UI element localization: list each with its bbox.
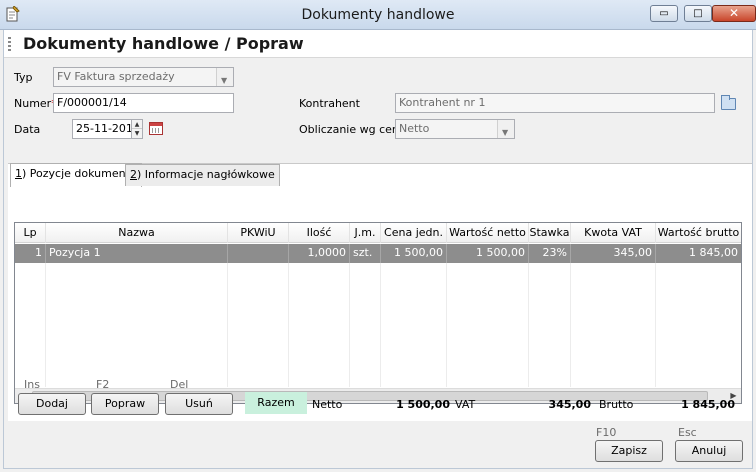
cell-nazwa: Pozycja 1 xyxy=(46,244,228,263)
tab-pozycje[interactable]: 1) Pozycje dokumentu xyxy=(10,163,142,187)
dodaj-button[interactable]: Dodaj xyxy=(18,393,86,415)
grid-line xyxy=(446,263,447,387)
razem-label: Razem xyxy=(245,392,307,414)
popraw-button[interactable]: Popraw xyxy=(91,393,159,415)
folder-icon[interactable] xyxy=(721,95,736,110)
col-brutto[interactable]: Wartość brutto xyxy=(656,223,741,243)
usun-button[interactable]: Usuń xyxy=(165,393,233,415)
typ-select: FV Faktura sprzedaży ▼ xyxy=(53,67,234,87)
numer-label: Numer* xyxy=(14,97,57,110)
kontrahent-label: Kontrahent xyxy=(299,97,360,110)
cell-vat: 345,00 xyxy=(571,244,656,263)
anuluj-hint: Esc xyxy=(678,426,697,439)
cell-ilosc: 1,0000 xyxy=(289,244,350,263)
date-input[interactable]: 25-11-2014 xyxy=(72,119,132,139)
zapisz-hint: F10 xyxy=(596,426,617,439)
close-button[interactable]: ✕ xyxy=(712,5,756,22)
window-title: Dokumenty handlowe xyxy=(301,7,455,23)
obliczanie-value: Netto xyxy=(399,122,430,135)
grid-line xyxy=(655,263,656,387)
grid-line xyxy=(380,263,381,387)
calendar-icon[interactable] xyxy=(149,122,163,135)
window-body: Dokumenty handlowe / Popraw Typ FV Faktu… xyxy=(3,30,753,469)
col-lp[interactable]: Lp xyxy=(15,223,46,243)
typ-value: FV Faktura sprzedaży xyxy=(57,70,175,83)
tab-informacje[interactable]: 2) Informacje nagłówkowe xyxy=(125,164,280,186)
page-title: Dokumenty handlowe / Popraw xyxy=(23,34,304,53)
vat-total: 345,00 xyxy=(548,398,591,411)
maximize-button[interactable]: □ xyxy=(684,5,712,22)
data-label: Data xyxy=(14,123,41,136)
zapisz-button[interactable]: Zapisz xyxy=(595,440,663,462)
grip-icon xyxy=(8,37,11,51)
positions-grid[interactable]: Lp Nazwa PKWiU Ilość J.m. Cena jedn. War… xyxy=(14,222,742,404)
col-cena[interactable]: Cena jedn. xyxy=(381,223,447,243)
cell-cena: 1 500,00 xyxy=(381,244,447,263)
date-spinner[interactable]: ▲ ▼ xyxy=(131,119,143,139)
typ-label: Typ xyxy=(14,71,33,84)
typ-dropdown: ▼ xyxy=(216,68,233,86)
spin-up-icon[interactable]: ▲ xyxy=(132,120,142,129)
cell-jm: szt. xyxy=(350,244,381,263)
brutto-label: Brutto xyxy=(599,398,634,411)
col-nazwa[interactable]: Nazwa xyxy=(46,223,228,243)
minimize-icon: ▭ xyxy=(659,8,669,19)
title-bar: Dokumenty handlowe ▭ □ ✕ xyxy=(0,0,756,30)
col-ilosc[interactable]: Ilość xyxy=(289,223,350,243)
vat-label: VAT xyxy=(455,398,476,411)
anuluj-button[interactable]: Anuluj xyxy=(675,440,743,462)
cell-netto: 1 500,00 xyxy=(447,244,529,263)
table-row[interactable]: 1 Pozycja 1 1,0000 szt. 1 500,00 1 500,0… xyxy=(15,244,741,263)
cell-lp: 1 xyxy=(15,244,46,263)
obliczanie-label: Obliczanie wg cen xyxy=(299,123,399,136)
obliczanie-dropdown: ▼ xyxy=(497,120,514,138)
cell-stawka: 23% xyxy=(529,244,571,263)
col-vat[interactable]: Kwota VAT xyxy=(571,223,656,243)
grid-line xyxy=(227,263,228,387)
brutto-total: 1 845,00 xyxy=(681,398,735,411)
chevron-down-icon: ▼ xyxy=(221,76,228,85)
grid-line xyxy=(528,263,529,387)
dodaj-hint: Ins xyxy=(24,378,40,391)
cell-brutto: 1 845,00 xyxy=(656,244,741,263)
netto-total: 1 500,00 xyxy=(396,398,450,411)
maximize-icon: □ xyxy=(693,8,703,19)
col-netto[interactable]: Wartość netto xyxy=(447,223,529,243)
col-pkwiu[interactable]: PKWiU xyxy=(228,223,289,243)
spin-down-icon[interactable]: ▼ xyxy=(132,129,142,138)
col-jm[interactable]: J.m. xyxy=(350,223,381,243)
numer-input[interactable]: F/000001/14 xyxy=(53,93,234,113)
usun-hint: Del xyxy=(170,378,189,391)
grid-line xyxy=(349,263,350,387)
grid-header: Lp Nazwa PKWiU Ilość J.m. Cena jedn. War… xyxy=(15,223,741,243)
popraw-hint: F2 xyxy=(96,378,110,391)
page-header: Dokumenty handlowe / Popraw xyxy=(4,30,752,58)
close-icon: ✕ xyxy=(728,6,740,20)
obliczanie-select: Netto ▼ xyxy=(395,119,515,139)
col-stawka[interactable]: Stawka xyxy=(529,223,571,243)
cell-pkwiu xyxy=(228,244,289,263)
kontrahent-input[interactable]: Kontrahent nr 1 xyxy=(395,93,715,113)
netto-label: Netto xyxy=(312,398,343,411)
grid-line xyxy=(45,263,46,387)
grid-line xyxy=(570,263,571,387)
grid-line xyxy=(288,263,289,387)
minimize-button[interactable]: ▭ xyxy=(650,5,678,22)
chevron-down-icon: ▼ xyxy=(502,128,509,137)
